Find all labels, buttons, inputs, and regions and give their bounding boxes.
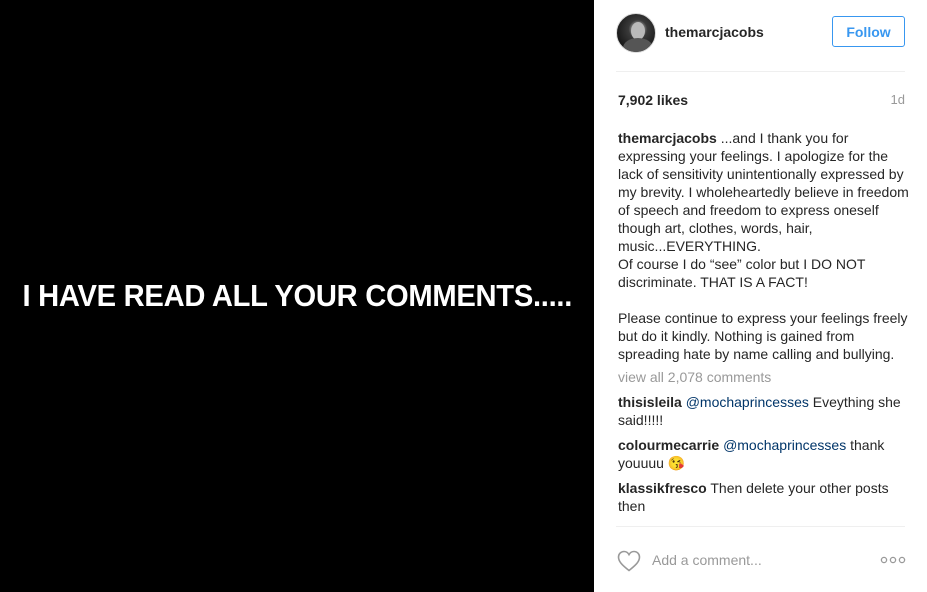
header-username[interactable]: themarcjacobs — [665, 24, 764, 40]
likes-count[interactable]: 7,902 likes — [618, 92, 688, 108]
heart-icon[interactable] — [617, 550, 641, 572]
add-comment-input[interactable] — [652, 548, 872, 572]
comment-mention[interactable]: @mochaprincesses — [723, 437, 846, 453]
follow-button[interactable]: Follow — [832, 16, 905, 47]
post-image[interactable]: I HAVE READ ALL YOUR COMMENTS..... — [0, 0, 594, 592]
more-options-icon[interactable] — [880, 553, 906, 567]
comment-username[interactable]: klassikfresco — [618, 480, 707, 496]
post-time[interactable]: 1d — [891, 92, 905, 107]
caption-text: ...and I thank you for expressing your f… — [618, 130, 909, 362]
comment: thisisleila @mochaprincesses Eveything s… — [618, 393, 910, 429]
comments-list[interactable]: themarcjacobs ...and I thank you for exp… — [618, 129, 910, 526]
post-image-text: I HAVE READ ALL YOUR COMMENTS..... — [22, 278, 572, 313]
comment-mention[interactable]: @mochaprincesses — [686, 394, 809, 410]
header-divider — [616, 71, 905, 72]
comment: colourmecarrie @mochaprincesses thank yo… — [618, 436, 910, 472]
view-all-comments-link[interactable]: view all 2,078 comments — [618, 368, 910, 386]
comment: klassikfresco Then delete your other pos… — [618, 479, 910, 515]
post-side-panel: themarcjacobs Follow 7,902 likes 1d them… — [594, 0, 927, 592]
footer-divider — [616, 526, 905, 527]
caption: themarcjacobs ...and I thank you for exp… — [618, 129, 910, 363]
post-header: themarcjacobs Follow — [616, 13, 906, 53]
comment-username[interactable]: thisisleila — [618, 394, 682, 410]
avatar[interactable] — [616, 13, 656, 53]
comment-username[interactable]: colourmecarrie — [618, 437, 719, 453]
caption-username[interactable]: themarcjacobs — [618, 130, 717, 146]
